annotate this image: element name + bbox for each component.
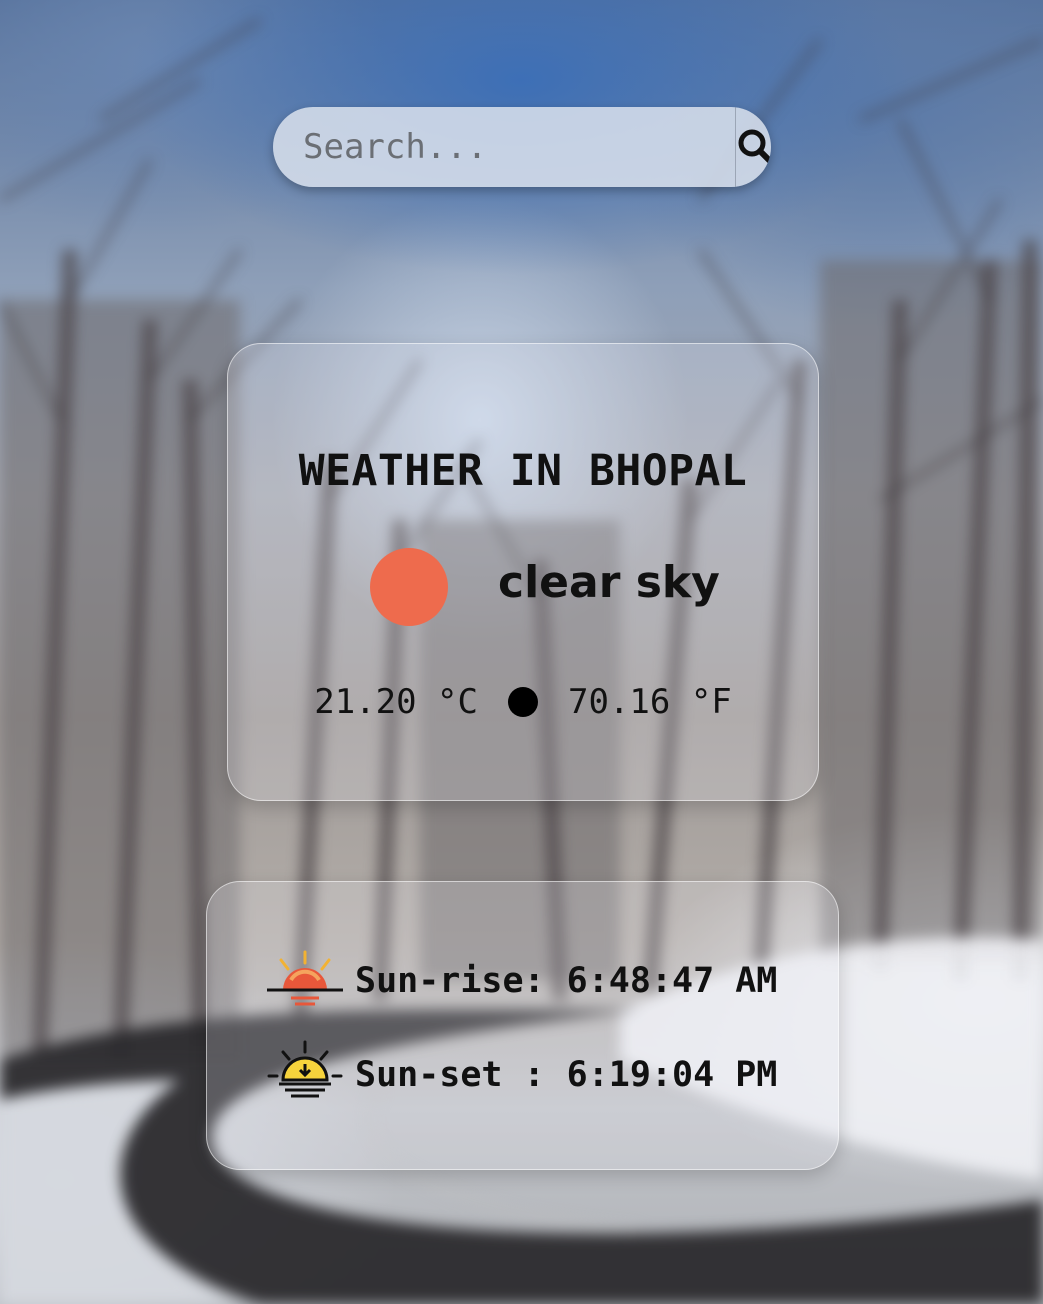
condition-dot-icon <box>370 548 448 626</box>
temperature-celsius: 21.20 °C <box>314 682 478 722</box>
sunset-row: Sun-set : 6:19:04 PM <box>263 1040 777 1110</box>
sunrise-label: Sun-rise: <box>355 961 545 1001</box>
temperature-row: 21.20 °C 70.16 °F <box>228 682 818 722</box>
weather-card: WEATHER IN BHOPAL clear sky 21.20 °C 70.… <box>227 343 819 801</box>
sunset-label: Sun-set : <box>355 1055 545 1095</box>
weather-condition: clear sky <box>498 557 720 608</box>
sunrise-row: Sun-rise: 6:48:47 AM <box>263 946 777 1016</box>
separator-dot <box>508 687 538 717</box>
temperature-fahrenheit: 70.16 °F <box>568 682 732 722</box>
sunrise-icon <box>267 950 343 1006</box>
search-icon <box>738 129 771 165</box>
sunset-time: 6:19:04 PM <box>566 1055 778 1095</box>
sunrise-time: 6:48:47 AM <box>566 961 778 1001</box>
search-bar <box>273 107 771 187</box>
search-input[interactable] <box>273 107 735 187</box>
sunset-icon <box>267 1040 343 1098</box>
weather-title: WEATHER IN BHOPAL <box>298 446 748 496</box>
sun-times-card: Sun-rise: 6:48:47 AM Sun-set : 6:19:04 P… <box>206 881 839 1170</box>
